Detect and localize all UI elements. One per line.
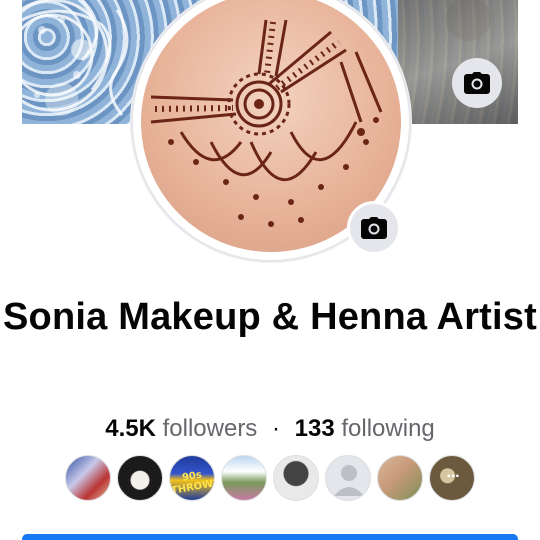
follower-avatars-row: 90s THROWBACK ···: [65, 455, 475, 501]
more-dots: ···: [446, 468, 461, 485]
following-label: following: [341, 415, 435, 442]
following-count: 133: [294, 415, 335, 442]
camera-icon: [361, 217, 387, 239]
more-followers-avatar[interactable]: ···: [429, 455, 475, 501]
cover-photo-right: [398, 0, 518, 124]
follower-avatar[interactable]: [117, 455, 163, 501]
following-link[interactable]: 133 following: [295, 415, 435, 442]
followers-count: 4.5K: [105, 415, 156, 442]
follower-stats: 4.5K followers · 133 following: [0, 414, 540, 444]
followers-link[interactable]: 4.5K followers: [105, 415, 264, 442]
stats-separator: ·: [271, 415, 280, 442]
edit-cover-photo-button[interactable]: [452, 58, 502, 108]
followers-label: followers: [162, 415, 258, 442]
avatar-text: 90s THROWBACK: [170, 469, 215, 497]
follower-avatar[interactable]: [325, 455, 371, 501]
profile-name: Sonia Makeup & Henna Artist: [3, 296, 537, 338]
camera-icon: [464, 72, 490, 94]
follower-avatar[interactable]: [221, 455, 267, 501]
follower-avatar[interactable]: [377, 455, 423, 501]
primary-action-button[interactable]: [22, 534, 518, 540]
follower-avatar[interactable]: [273, 455, 319, 501]
follower-avatar[interactable]: [65, 455, 111, 501]
person-silhouette-icon: [334, 465, 364, 496]
follower-avatar[interactable]: 90s THROWBACK: [169, 455, 215, 501]
edit-profile-picture-button[interactable]: [347, 201, 401, 255]
